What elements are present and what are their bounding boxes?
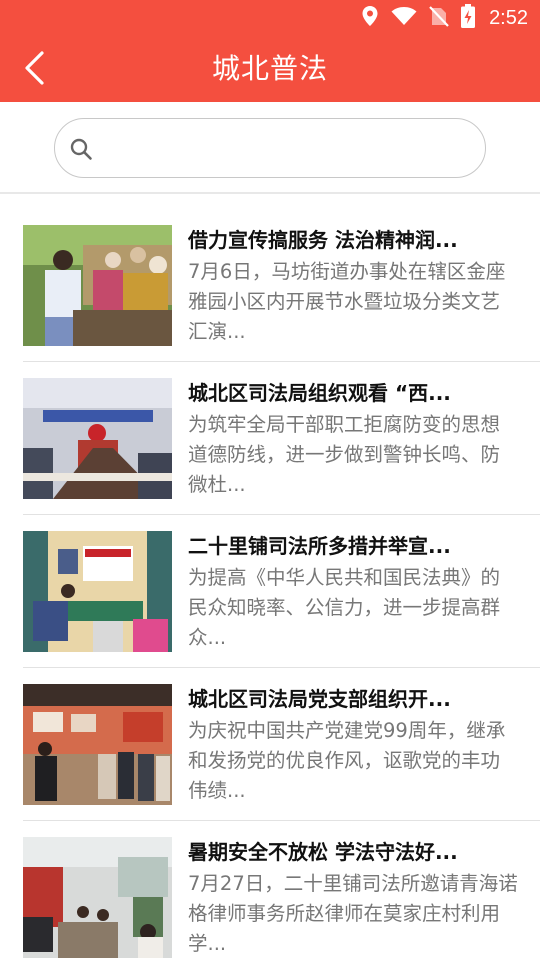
back-button[interactable]	[12, 48, 56, 92]
news-text: 暑期安全不放松 学法守法好... 7月27日，二十里铺司法所邀请青海诺格律师事务…	[188, 838, 518, 959]
news-summary: 为筑牢全局干部职工拒腐防变的思想道德防线，进一步做到警钟长鸣、防微杜...	[188, 413, 501, 496]
no-sim-icon	[429, 5, 449, 31]
news-summary: 为庆祝中国共产党建党99周年，继承和发扬党的优良作风，讴歌党的丰功伟绩...	[188, 719, 506, 802]
search-box[interactable]	[54, 118, 486, 178]
news-thumbnail	[23, 684, 172, 805]
status-time: 2:52	[489, 6, 528, 29]
news-title: 城北区司法局党支部组织开...	[188, 687, 451, 711]
app-bar: 城北普法	[0, 36, 540, 102]
news-thumbnail	[23, 225, 172, 346]
news-item[interactable]: 城北区司法局党支部组织开... 为庆祝中国共产党建党99周年，继承和发扬党的优良…	[0, 667, 540, 821]
status-bar: 2:52	[0, 0, 540, 36]
news-summary: 为提高《中华人民共和国民法典》的民众知晓率、公信力，进一步提高群众...	[188, 566, 501, 649]
chevron-left-icon	[22, 50, 46, 90]
page-title: 城北普法	[211, 52, 328, 85]
news-list: 借力宣传搞服务 法治精神润... 7月6日，马坊街道办事处在辖区金座雅园小区内开…	[0, 208, 540, 960]
news-thumbnail	[23, 531, 172, 652]
search-bar-container	[0, 102, 540, 194]
search-input[interactable]	[101, 129, 471, 169]
location-icon	[361, 5, 379, 31]
news-item[interactable]: 二十里铺司法所多措并举宣... 为提高《中华人民共和国民法典》的民众知晓率、公信…	[0, 514, 540, 668]
news-text: 借力宣传搞服务 法治精神润... 7月6日，马坊街道办事处在辖区金座雅园小区内开…	[188, 226, 518, 347]
status-icons: 2:52	[361, 0, 528, 36]
news-thumbnail	[23, 378, 172, 499]
news-item[interactable]: 借力宣传搞服务 法治精神润... 7月6日，马坊街道办事处在辖区金座雅园小区内开…	[0, 208, 540, 362]
news-title: 二十里铺司法所多措并举宣...	[188, 534, 451, 558]
news-title: 城北区司法局组织观看 “西...	[188, 381, 451, 405]
news-item[interactable]: 暑期安全不放松 学法守法好... 7月27日，二十里铺司法所邀请青海诺格律师事务…	[0, 820, 540, 960]
news-text: 城北区司法局组织观看 “西... 为筑牢全局干部职工拒腐防变的思想道德防线，进一…	[188, 379, 518, 500]
search-icon	[69, 137, 93, 161]
battery-charging-icon	[461, 4, 476, 32]
news-text: 二十里铺司法所多措并举宣... 为提高《中华人民共和国民法典》的民众知晓率、公信…	[188, 532, 518, 653]
wifi-icon	[391, 6, 417, 30]
news-item[interactable]: 城北区司法局组织观看 “西... 为筑牢全局干部职工拒腐防变的思想道德防线，进一…	[0, 361, 540, 515]
news-thumbnail	[23, 837, 172, 958]
news-title: 暑期安全不放松 学法守法好...	[188, 840, 458, 864]
news-summary: 7月6日，马坊街道办事处在辖区金座雅园小区内开展节水暨垃圾分类文艺汇演...	[188, 260, 506, 343]
news-text: 城北区司法局党支部组织开... 为庆祝中国共产党建党99周年，继承和发扬党的优良…	[188, 685, 518, 806]
news-title: 借力宣传搞服务 法治精神润...	[188, 228, 458, 252]
news-summary: 7月27日，二十里铺司法所邀请青海诺格律师事务所赵律师在莫家庄村利用学...	[188, 872, 518, 955]
